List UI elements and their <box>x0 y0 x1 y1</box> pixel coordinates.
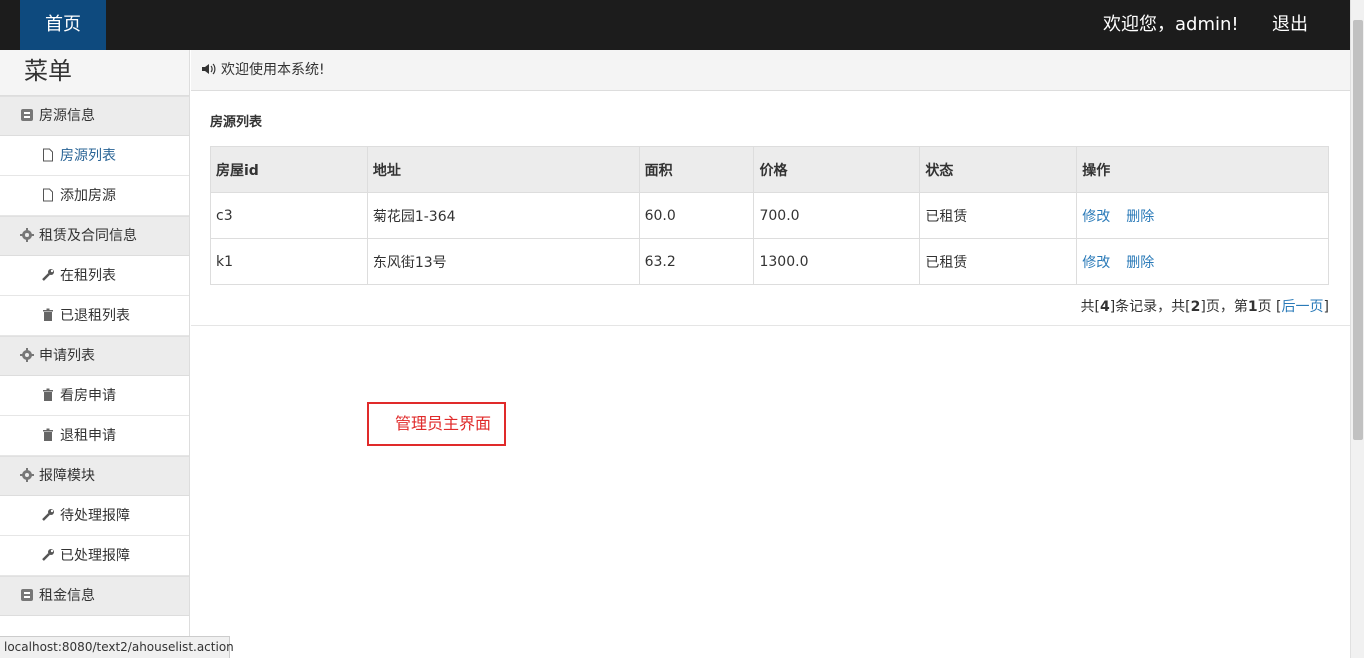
sidebar-item-label: 房源列表 <box>60 148 116 164</box>
cell-status: 已租赁 <box>919 238 1078 285</box>
cell-area: 63.2 <box>638 238 755 285</box>
cell-address: 东风街13号 <box>366 238 640 285</box>
current-page: 1 <box>1247 299 1258 315</box>
file-icon <box>43 188 53 202</box>
house-table: 房屋id 地址 面积 价格 状态 操作 c3 菊花园1-364 60.0 700… <box>210 146 1329 285</box>
sidebar-menu: 菜单 房源信息 房源列表 添加房源 租赁及合同信息 在租列表 已退租列表 申请列… <box>0 50 190 658</box>
cell-status: 已租赁 <box>919 192 1078 239</box>
vertical-scrollbar[interactable] <box>1350 0 1364 658</box>
column-header: 价格 <box>753 146 921 193</box>
sidebar-item-renting-list[interactable]: 在租列表 <box>0 256 189 296</box>
delete-link[interactable]: 删除 <box>1126 255 1154 271</box>
sidebar-item-label: 已处理报障 <box>60 548 130 564</box>
wrench-icon <box>42 549 54 561</box>
sidebar-item-house-list[interactable]: 房源列表 <box>0 136 189 176</box>
sidebar-item-label: 退租申请 <box>60 428 116 444</box>
column-header: 房屋id <box>210 146 368 193</box>
cell-price: 1300.0 <box>753 238 921 285</box>
trash-icon <box>43 388 53 401</box>
record-count: 4 <box>1099 299 1110 315</box>
column-header: 面积 <box>638 146 755 193</box>
book-icon <box>21 589 33 601</box>
gear-icon <box>20 468 34 482</box>
gear-icon <box>20 348 34 362</box>
wrench-icon <box>42 269 54 281</box>
delete-link[interactable]: 删除 <box>1126 209 1154 225</box>
menu-title: 菜单 <box>0 50 189 96</box>
sidebar-group-house-info[interactable]: 房源信息 <box>0 96 189 136</box>
table-row: c3 菊花园1-364 60.0 700.0 已租赁 修改 删除 <box>210 192 1329 239</box>
cell-house-id: k1 <box>210 238 368 285</box>
sidebar-item-label: 在租列表 <box>60 268 116 284</box>
column-header: 操作 <box>1076 146 1329 193</box>
sidebar-group-label: 租金信息 <box>39 588 95 604</box>
file-icon <box>43 148 53 162</box>
sidebar-group-label: 租赁及合同信息 <box>39 228 137 244</box>
pager-text: ]条记录，共[ <box>1109 299 1191 315</box>
sidebar-item-handled-repairs[interactable]: 已处理报障 <box>0 536 189 576</box>
top-navbar: 首页 欢迎您，admin! 退出 <box>0 0 1350 50</box>
sidebar-item-label: 待处理报障 <box>60 508 130 524</box>
column-header: 地址 <box>366 146 640 193</box>
sidebar-item-pending-repairs[interactable]: 待处理报障 <box>0 496 189 536</box>
volume-icon <box>202 63 216 75</box>
cell-area: 60.0 <box>638 192 755 239</box>
annotation-label: 管理员主界面 <box>367 402 506 446</box>
sidebar-group-label: 报障模块 <box>39 468 95 484</box>
sidebar-group-label: 申请列表 <box>39 348 95 364</box>
browser-status-url: localhost:8080/text2/ahouselist.action <box>0 636 234 658</box>
trash-icon <box>43 308 53 321</box>
page-count: 2 <box>1190 299 1201 315</box>
scrollbar-thumb[interactable] <box>1353 20 1363 440</box>
pager-text: ]页，第 <box>1200 299 1248 315</box>
sidebar-item-label: 已退租列表 <box>60 308 130 324</box>
notice-text: 欢迎使用本系统! <box>221 62 325 78</box>
sidebar-item-viewing-requests[interactable]: 看房申请 <box>0 376 189 416</box>
pager-text: 页 [ <box>1257 299 1282 315</box>
pager-text: ] <box>1323 299 1329 315</box>
cell-actions: 修改 删除 <box>1076 238 1329 285</box>
home-nav-link[interactable]: 首页 <box>20 0 106 50</box>
edit-link[interactable]: 修改 <box>1082 209 1110 225</box>
cell-address: 菊花园1-364 <box>366 192 640 239</box>
notice-bar: 欢迎使用本系统! <box>191 50 1350 91</box>
house-list-panel: 房源列表 房屋id 地址 面积 价格 状态 操作 c3 菊花园1-364 60.… <box>191 91 1350 326</box>
logout-link[interactable]: 退出 <box>1272 0 1308 50</box>
wrench-icon <box>42 509 54 521</box>
sidebar-group-repairs[interactable]: 报障模块 <box>0 456 189 496</box>
sidebar-group-rent-info[interactable]: 租金信息 <box>0 576 189 616</box>
cell-actions: 修改 删除 <box>1076 192 1329 239</box>
cell-price: 700.0 <box>753 192 921 239</box>
list-title: 房源列表 <box>210 115 263 130</box>
sidebar-group-applications[interactable]: 申请列表 <box>0 336 189 376</box>
edit-link[interactable]: 修改 <box>1082 255 1110 271</box>
book-icon <box>21 109 33 121</box>
sidebar-item-add-house[interactable]: 添加房源 <box>0 176 189 216</box>
cell-house-id: c3 <box>210 192 368 239</box>
sidebar-item-label: 看房申请 <box>60 388 116 404</box>
table-header-row: 房屋id 地址 面积 价格 状态 操作 <box>210 146 1329 193</box>
table-row: k1 东风街13号 63.2 1300.0 已租赁 修改 删除 <box>210 238 1329 285</box>
trash-icon <box>43 428 53 441</box>
sidebar-item-return-requests[interactable]: 退租申请 <box>0 416 189 456</box>
sidebar-item-label: 添加房源 <box>60 188 116 204</box>
pager-text: 共[ <box>1080 299 1100 315</box>
gear-icon <box>20 228 34 242</box>
next-page-link[interactable]: 后一页 <box>1282 299 1324 315</box>
sidebar-group-label: 房源信息 <box>39 108 95 124</box>
pagination: 共[4]条记录，共[2]页，第1页 [后一页] <box>1080 296 1329 316</box>
sidebar-group-lease-contract[interactable]: 租赁及合同信息 <box>0 216 189 256</box>
column-header: 状态 <box>919 146 1078 193</box>
sidebar-item-returned-list[interactable]: 已退租列表 <box>0 296 189 336</box>
welcome-text: 欢迎您，admin! <box>1103 14 1239 35</box>
